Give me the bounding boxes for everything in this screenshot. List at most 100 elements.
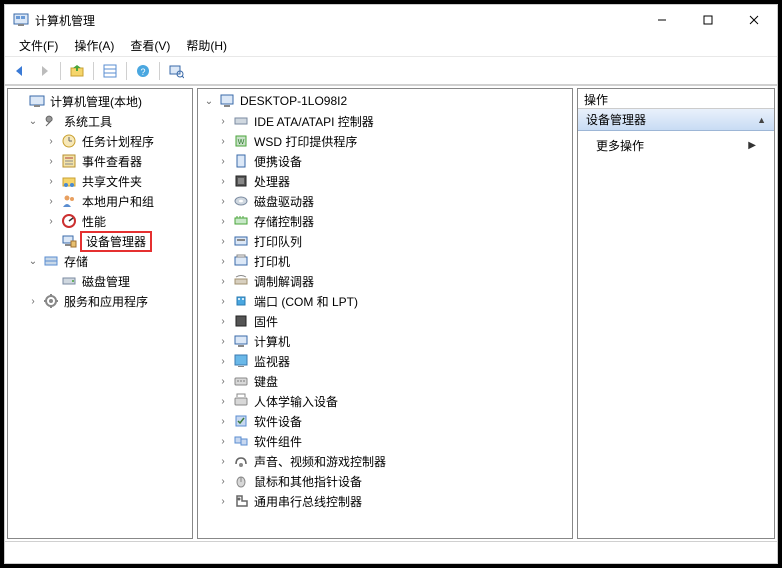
expand-icon[interactable]: › <box>216 456 230 467</box>
node-task-scheduler[interactable]: › 任务计划程序 <box>8 131 192 151</box>
device-category[interactable]: › 人体学输入设备 <box>198 391 572 411</box>
close-button[interactable] <box>731 5 777 35</box>
device-category-icon: W <box>233 133 249 149</box>
actions-context-band[interactable]: 设备管理器 ▲ <box>578 109 774 131</box>
collapse-icon[interactable]: ⌄ <box>202 96 216 107</box>
collapse-icon[interactable]: ⌄ <box>26 256 40 267</box>
expand-icon[interactable]: › <box>216 116 230 127</box>
expand-icon[interactable]: › <box>216 136 230 147</box>
expand-icon[interactable]: › <box>216 416 230 427</box>
actions-context-label: 设备管理器 <box>586 111 757 128</box>
expand-icon[interactable]: › <box>216 156 230 167</box>
collapse-icon[interactable]: ⌄ <box>26 116 40 127</box>
device-category-icon <box>233 353 249 369</box>
expand-icon[interactable]: › <box>216 216 230 227</box>
views-button[interactable] <box>99 60 121 82</box>
expand-icon[interactable]: › <box>216 176 230 187</box>
device-category-label: IDE ATA/ATAPI 控制器 <box>252 112 376 131</box>
expand-icon[interactable]: › <box>44 216 58 227</box>
expand-icon[interactable]: › <box>216 376 230 387</box>
device-category[interactable]: ›通用串行总线控制器 <box>198 491 572 511</box>
expand-icon[interactable]: › <box>44 176 58 187</box>
device-category[interactable]: ›打印队列 <box>198 231 572 251</box>
device-category[interactable]: › 调制解调器 <box>198 271 572 291</box>
device-category-label: 软件组件 <box>252 432 304 451</box>
device-category[interactable]: › 键盘 <box>198 371 572 391</box>
device-category[interactable]: ›声音、视频和游戏控制器 <box>198 451 572 471</box>
node-event-viewer[interactable]: › 事件查看器 <box>8 151 192 171</box>
node-disk-management[interactable]: › 磁盘管理 <box>8 271 192 291</box>
actions-more[interactable]: 更多操作 ▶ <box>578 131 774 160</box>
up-folder-button[interactable] <box>66 60 88 82</box>
performance-icon <box>61 213 77 229</box>
actions-more-label: 更多操作 <box>596 137 748 154</box>
device-category[interactable]: ›监视器 <box>198 351 572 371</box>
expand-icon[interactable]: › <box>216 396 230 407</box>
expand-icon[interactable]: › <box>26 296 40 307</box>
expand-icon[interactable]: › <box>44 156 58 167</box>
expand-icon[interactable]: › <box>216 436 230 447</box>
expand-icon[interactable]: › <box>216 496 230 507</box>
device-category-label: 调制解调器 <box>252 272 316 291</box>
device-category[interactable]: › 便携设备 <box>198 151 572 171</box>
event-viewer-icon <box>61 153 77 169</box>
help-button[interactable]: ? <box>132 60 154 82</box>
maximize-button[interactable] <box>685 5 731 35</box>
device-category[interactable]: ›存储控制器 <box>198 211 572 231</box>
expand-icon[interactable]: › <box>216 336 230 347</box>
expand-icon[interactable]: › <box>216 316 230 327</box>
device-category[interactable]: ›WWSD 打印提供程序 <box>198 131 572 151</box>
device-category-label: 便携设备 <box>252 152 304 171</box>
node-computer-root[interactable]: ⌄ DESKTOP-1LO98I2 <box>198 91 572 111</box>
clock-icon <box>61 133 77 149</box>
node-performance[interactable]: › 性能 <box>8 211 192 231</box>
svg-text:W: W <box>238 139 245 146</box>
device-category[interactable]: › 固件 <box>198 311 572 331</box>
menu-file[interactable]: 文件(F) <box>11 35 66 56</box>
nav-back-button[interactable] <box>9 60 31 82</box>
menu-view[interactable]: 查看(V) <box>122 35 178 56</box>
node-local-users[interactable]: › 本地用户和组 <box>8 191 192 211</box>
expand-icon[interactable]: › <box>216 256 230 267</box>
node-system-tools[interactable]: ⌄ 系统工具 <box>8 111 192 131</box>
device-category[interactable]: › IDE ATA/ATAPI 控制器 <box>198 111 572 131</box>
device-category[interactable]: ›鼠标和其他指针设备 <box>198 471 572 491</box>
node-label: 磁盘管理 <box>80 272 132 291</box>
node-shared-folders[interactable]: › 共享文件夹 <box>8 171 192 191</box>
expand-icon[interactable]: › <box>216 276 230 287</box>
expand-icon[interactable]: › <box>216 296 230 307</box>
device-category[interactable]: ›处理器 <box>198 171 572 191</box>
device-category-label: 人体学输入设备 <box>252 392 340 411</box>
disk-icon <box>61 273 77 289</box>
menu-help[interactable]: 帮助(H) <box>178 35 235 56</box>
device-category[interactable]: › 计算机 <box>198 331 572 351</box>
node-services-apps[interactable]: › 服务和应用程序 <box>8 291 192 311</box>
minimize-button[interactable] <box>639 5 685 35</box>
node-device-manager[interactable]: › 设备管理器 <box>8 231 192 251</box>
device-category[interactable]: ›端口 (COM 和 LPT) <box>198 291 572 311</box>
expand-icon[interactable]: › <box>216 236 230 247</box>
expand-icon[interactable]: › <box>216 356 230 367</box>
expand-icon[interactable]: › <box>44 196 58 207</box>
device-category-label: 计算机 <box>252 332 292 351</box>
node-storage[interactable]: ⌄ 存储 <box>8 251 192 271</box>
menubar: 文件(F) 操作(A) 查看(V) 帮助(H) <box>5 35 777 57</box>
device-category[interactable]: ›软件设备 <box>198 411 572 431</box>
menu-action[interactable]: 操作(A) <box>66 35 122 56</box>
device-category-label: 固件 <box>252 312 280 331</box>
device-category-label: 键盘 <box>252 372 280 391</box>
submenu-arrow-icon: ▶ <box>748 140 756 151</box>
device-category[interactable]: ›打印机 <box>198 251 572 271</box>
node-root-local[interactable]: ▸ 计算机管理(本地) <box>8 91 192 111</box>
device-category[interactable]: ›磁盘驱动器 <box>198 191 572 211</box>
nav-forward-button[interactable] <box>33 60 55 82</box>
users-icon <box>61 193 77 209</box>
expand-icon[interactable]: › <box>44 136 58 147</box>
device-category[interactable]: › 软件组件 <box>198 431 572 451</box>
expand-icon[interactable]: › <box>216 476 230 487</box>
node-label: 系统工具 <box>62 112 114 131</box>
expand-icon[interactable]: › <box>216 196 230 207</box>
node-label: 本地用户和组 <box>80 192 156 211</box>
scan-hardware-button[interactable] <box>165 60 187 82</box>
statusbar <box>5 541 777 563</box>
